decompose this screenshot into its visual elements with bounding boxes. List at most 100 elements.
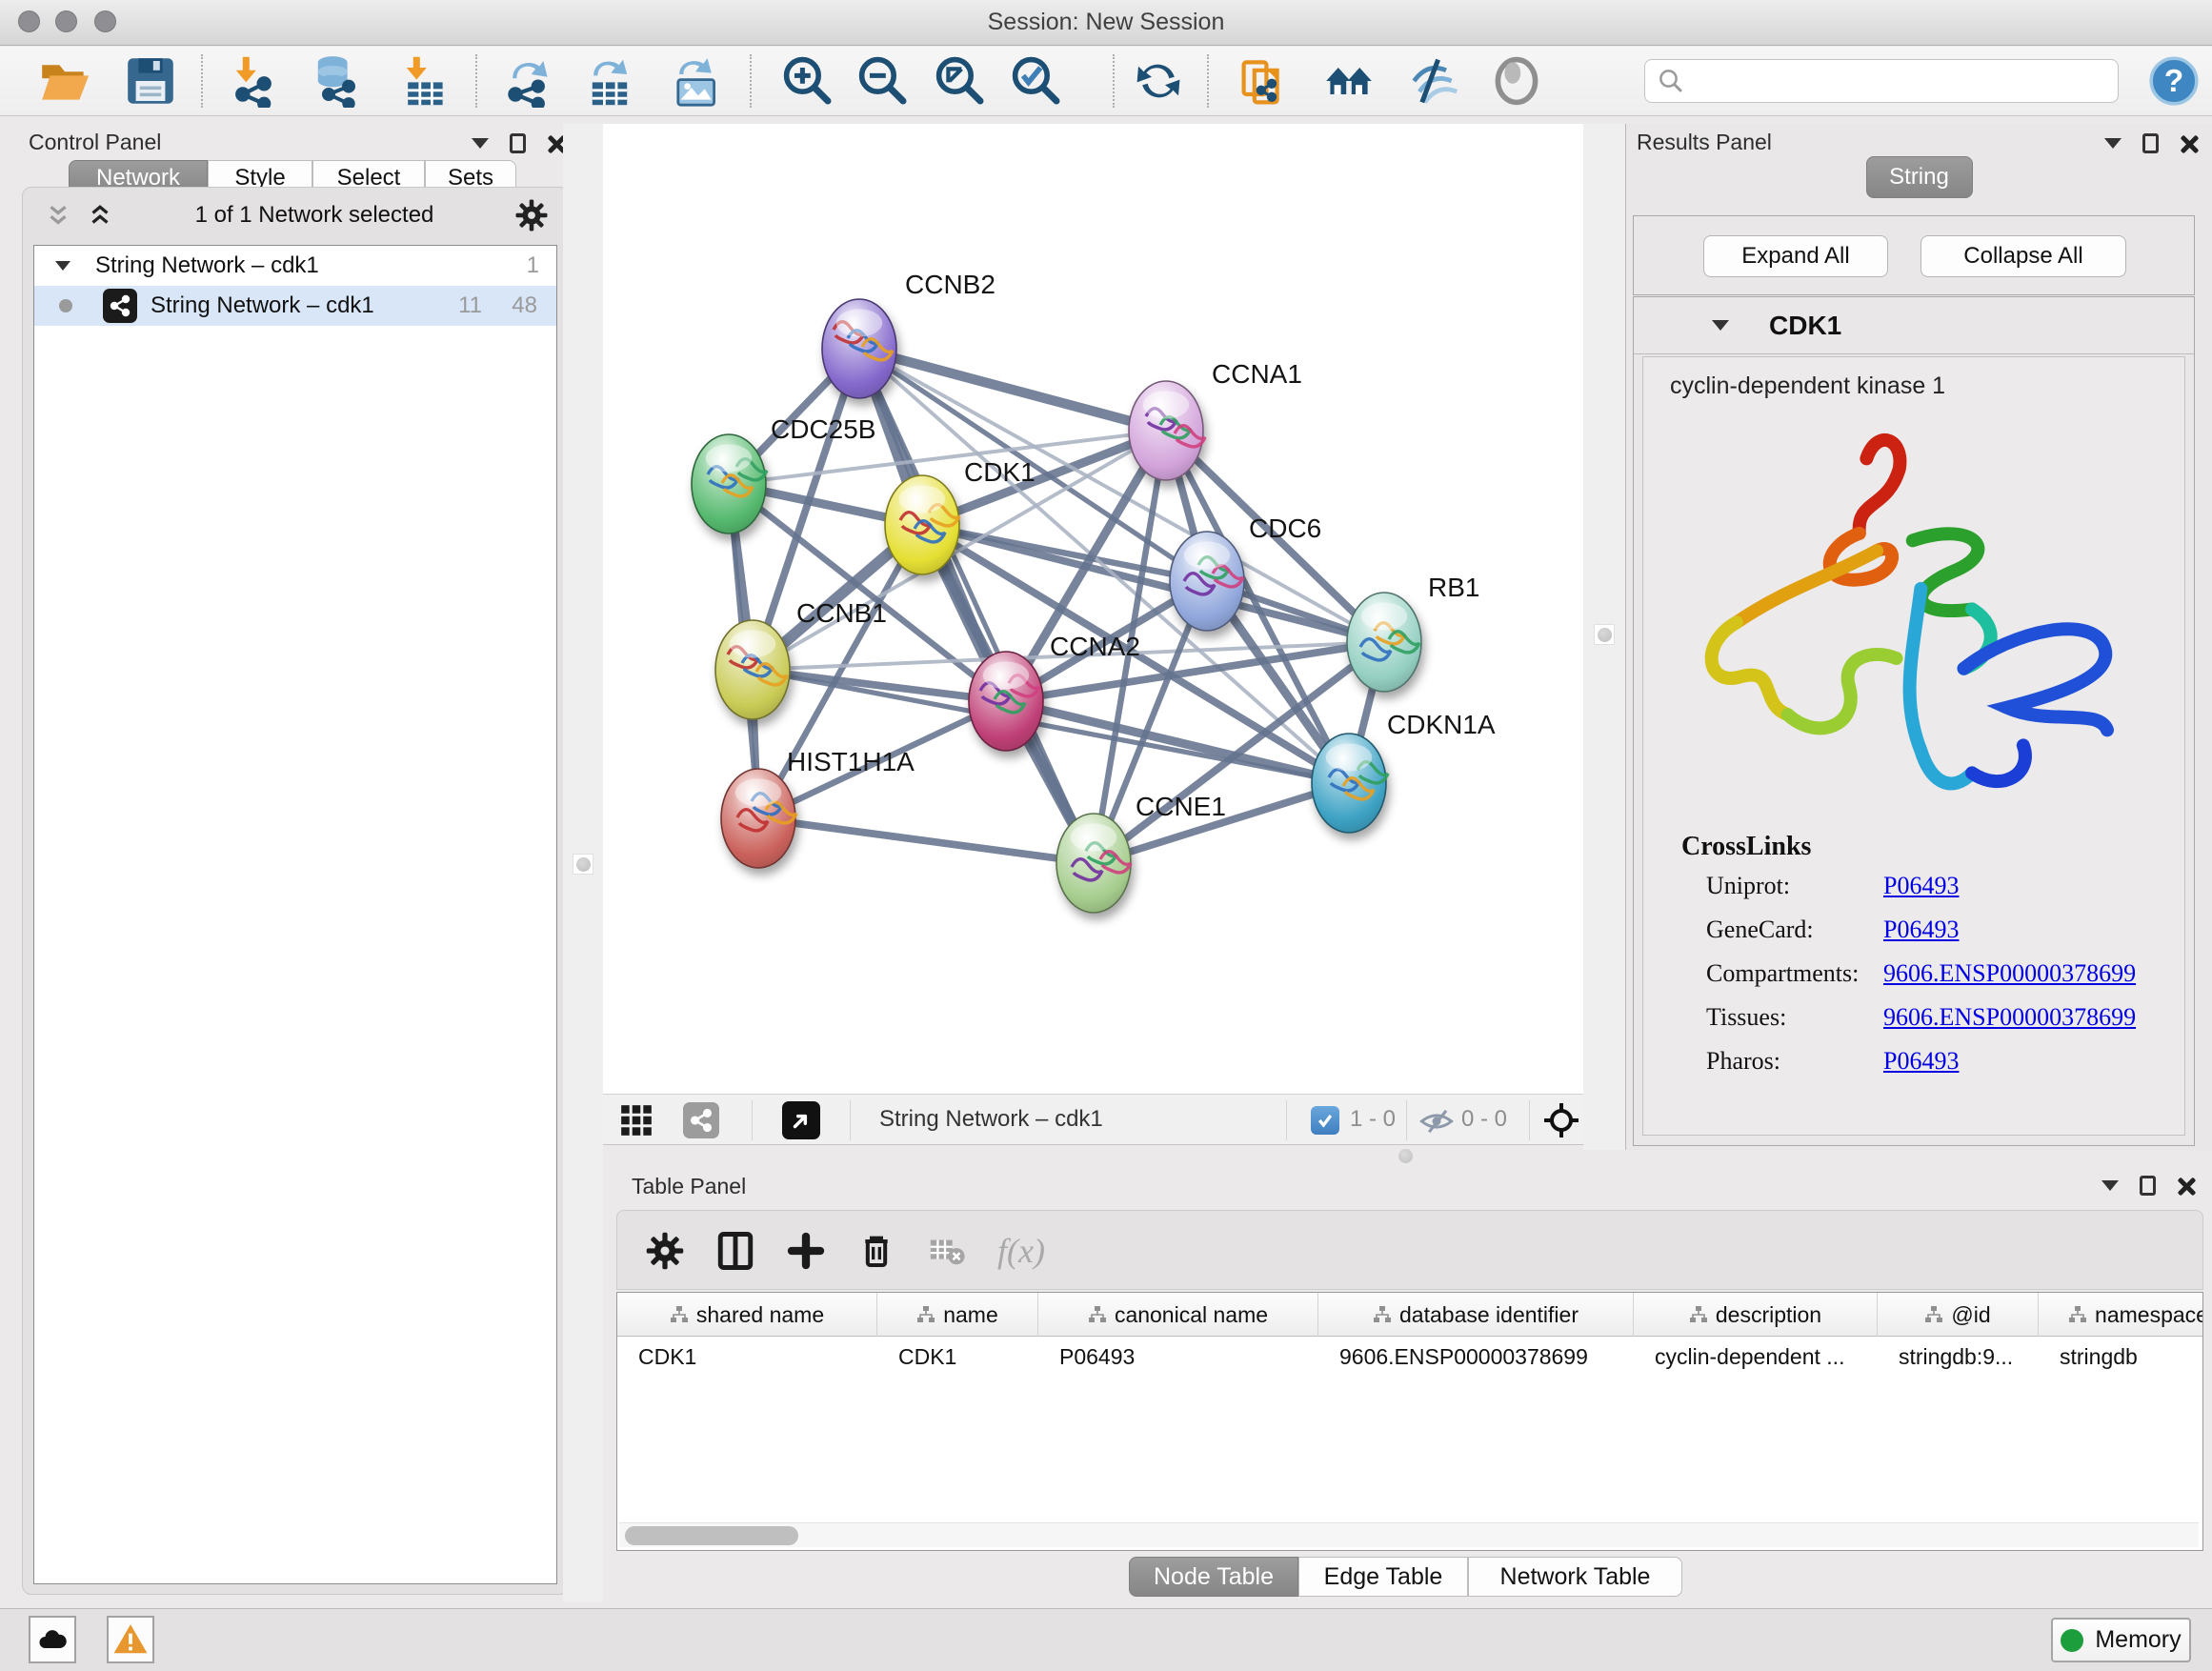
- edge-HIST1H1A-CCNE1[interactable]: [758, 818, 1094, 863]
- left-splitter[interactable]: [563, 124, 603, 1602]
- delete-column-icon[interactable]: [850, 1224, 903, 1278]
- selected-count-badge: 1 - 0: [1350, 1106, 1396, 1133]
- tab-edge-table[interactable]: Edge Table: [1298, 1557, 1468, 1597]
- cloud-status-button[interactable]: [29, 1616, 76, 1663]
- crosslink-label: GeneCard:: [1706, 916, 1814, 944]
- selected-checkbox-icon[interactable]: [1311, 1106, 1339, 1135]
- panel-menu-icon[interactable]: [2101, 1180, 2119, 1191]
- network-options-gear-icon[interactable]: [514, 198, 549, 232]
- save-session-icon[interactable]: [124, 54, 177, 108]
- import-network-database-icon[interactable]: [309, 54, 362, 108]
- collapse-all-icon[interactable]: [44, 201, 72, 230]
- crosslink-value-link[interactable]: P06493: [1883, 916, 1959, 944]
- float-panel-icon[interactable]: [2142, 133, 2159, 153]
- add-column-icon[interactable]: [779, 1224, 833, 1278]
- table-cell[interactable]: stringdb: [2039, 1337, 2203, 1377]
- table-cell[interactable]: 9606.ENSP00000378699: [1318, 1337, 1634, 1377]
- zoom-out-icon[interactable]: [856, 54, 910, 108]
- table-row[interactable]: CDK1CDK1P064939606.ENSP00000378699cyclin…: [617, 1337, 2203, 1377]
- tab-node-table[interactable]: Node Table: [1129, 1557, 1298, 1597]
- birds-eye-view-icon[interactable]: [1542, 1101, 1580, 1139]
- column-header-canonical-name[interactable]: canonical name: [1038, 1293, 1318, 1337]
- crosslink-value-link[interactable]: P06493: [1883, 872, 1959, 900]
- node-label-CCNA2: CCNA2: [1050, 632, 1140, 661]
- table-cell[interactable]: cyclin-dependent ...: [1634, 1337, 1878, 1377]
- scrollbar-thumb[interactable]: [625, 1526, 798, 1545]
- node-label-CCNB2: CCNB2: [905, 270, 995, 299]
- expand-all-button[interactable]: Expand All: [1703, 235, 1888, 277]
- right-splitter[interactable]: [1583, 124, 1625, 1150]
- memory-button[interactable]: Memory: [2051, 1618, 2191, 1662]
- network-tree: String Network – cdk1 1 String Network –…: [33, 245, 557, 1584]
- column-header--id[interactable]: @id: [1878, 1293, 2039, 1337]
- crosslink-value-link[interactable]: P06493: [1883, 1047, 1959, 1076]
- home-layout-icon[interactable]: [1322, 54, 1376, 108]
- horizontal-splitter[interactable]: [1398, 1149, 1413, 1163]
- entry-content: cyclin-dependent kinase 1: [1642, 356, 2185, 1136]
- results-entry-box: CDK1 cyclin-dependent kinase 1: [1633, 296, 2195, 1146]
- level-of-detail-icon[interactable]: [1490, 54, 1543, 108]
- network-collection-row[interactable]: String Network – cdk1 1: [34, 246, 556, 286]
- tab-network-table[interactable]: Network Table: [1468, 1557, 1682, 1597]
- table-cell[interactable]: P06493: [1038, 1337, 1318, 1377]
- close-panel-icon[interactable]: [2180, 134, 2199, 153]
- grid-view-icon[interactable]: [618, 1102, 654, 1138]
- zoom-in-icon[interactable]: [781, 54, 835, 108]
- export-table-icon[interactable]: [583, 54, 636, 108]
- show-hide-graphics-icon[interactable]: [1406, 54, 1459, 108]
- function-builder-icon: f(x): [995, 1224, 1048, 1278]
- warning-status-button[interactable]: [107, 1616, 154, 1663]
- table-gear-icon[interactable]: [638, 1224, 692, 1278]
- panel-menu-icon[interactable]: [472, 138, 489, 149]
- tab-string[interactable]: String: [1866, 156, 1973, 198]
- crosslink-value-link[interactable]: 9606.ENSP00000378699: [1883, 959, 2136, 988]
- open-in-window-icon[interactable]: [782, 1101, 820, 1139]
- export-network-icon[interactable]: [502, 54, 555, 108]
- crosslink-row: Compartments:9606.ENSP00000378699: [1643, 959, 2184, 1003]
- node-table[interactable]: shared namenamecanonical namedatabase id…: [616, 1292, 2203, 1551]
- table-cell[interactable]: CDK1: [877, 1337, 1038, 1377]
- entry-expand-icon[interactable]: [1712, 320, 1729, 331]
- first-neighbors-icon[interactable]: [1238, 54, 1292, 108]
- crosslink-value-link[interactable]: 9606.ENSP00000378699: [1883, 1003, 2136, 1032]
- import-network-file-icon[interactable]: [227, 54, 280, 108]
- zoom-fit-icon[interactable]: [934, 54, 987, 108]
- column-header-database-identifier[interactable]: database identifier: [1318, 1293, 1634, 1337]
- column-header-description[interactable]: description: [1634, 1293, 1878, 1337]
- hidden-eye-icon[interactable]: [1418, 1107, 1455, 1136]
- node-CDKN1A[interactable]: CDKN1A: [1312, 710, 1496, 833]
- memory-label: Memory: [2095, 1626, 2181, 1654]
- column-header-shared-name[interactable]: shared name: [617, 1293, 877, 1337]
- export-image-icon[interactable]: [669, 54, 722, 108]
- zoom-selected-icon[interactable]: [1010, 54, 1063, 108]
- column-header-name[interactable]: name: [877, 1293, 1038, 1337]
- float-panel-icon[interactable]: [510, 133, 526, 153]
- open-session-icon[interactable]: [38, 54, 91, 108]
- entry-header[interactable]: CDK1: [1634, 297, 2194, 354]
- show-columns-icon[interactable]: [709, 1224, 762, 1278]
- network-row[interactable]: String Network – cdk1 11 48: [34, 286, 556, 326]
- table-cell[interactable]: CDK1: [617, 1337, 877, 1377]
- network-view[interactable]: CCNB2CCNA1CDC25BCDK1CDC6RB1CCNB1CCNA2CDK…: [603, 124, 1583, 1094]
- expand-all-icon[interactable]: [86, 201, 114, 230]
- float-panel-icon[interactable]: [2140, 1176, 2156, 1196]
- panel-menu-icon[interactable]: [2104, 138, 2122, 149]
- collapse-all-button[interactable]: Collapse All: [1920, 235, 2126, 277]
- refresh-icon[interactable]: [1132, 54, 1185, 108]
- help-icon[interactable]: ?: [2147, 54, 2201, 108]
- table-cell[interactable]: stringdb:9...: [1878, 1337, 2039, 1377]
- import-table-file-icon[interactable]: [397, 54, 451, 108]
- node-CCNA1[interactable]: CCNA1: [1129, 359, 1302, 480]
- network-badge-icon[interactable]: [683, 1102, 719, 1138]
- node-CCNE1[interactable]: CCNE1: [1056, 792, 1226, 913]
- collection-expand-icon[interactable]: [55, 261, 70, 271]
- node-RB1[interactable]: RB1: [1347, 573, 1479, 692]
- table-horizontal-scrollbar[interactable]: [619, 1522, 2199, 1547]
- warning-icon: [112, 1621, 149, 1658]
- node-CDC25B[interactable]: CDC25B: [692, 414, 875, 534]
- column-header-namespace[interactable]: namespace: [2039, 1293, 2203, 1337]
- table-tabs: Node TableEdge TableNetwork Table: [1129, 1557, 1682, 1597]
- node-HIST1H1A[interactable]: HIST1H1A: [721, 747, 915, 868]
- search-input[interactable]: [1691, 62, 2118, 100]
- close-panel-icon[interactable]: [2177, 1177, 2196, 1196]
